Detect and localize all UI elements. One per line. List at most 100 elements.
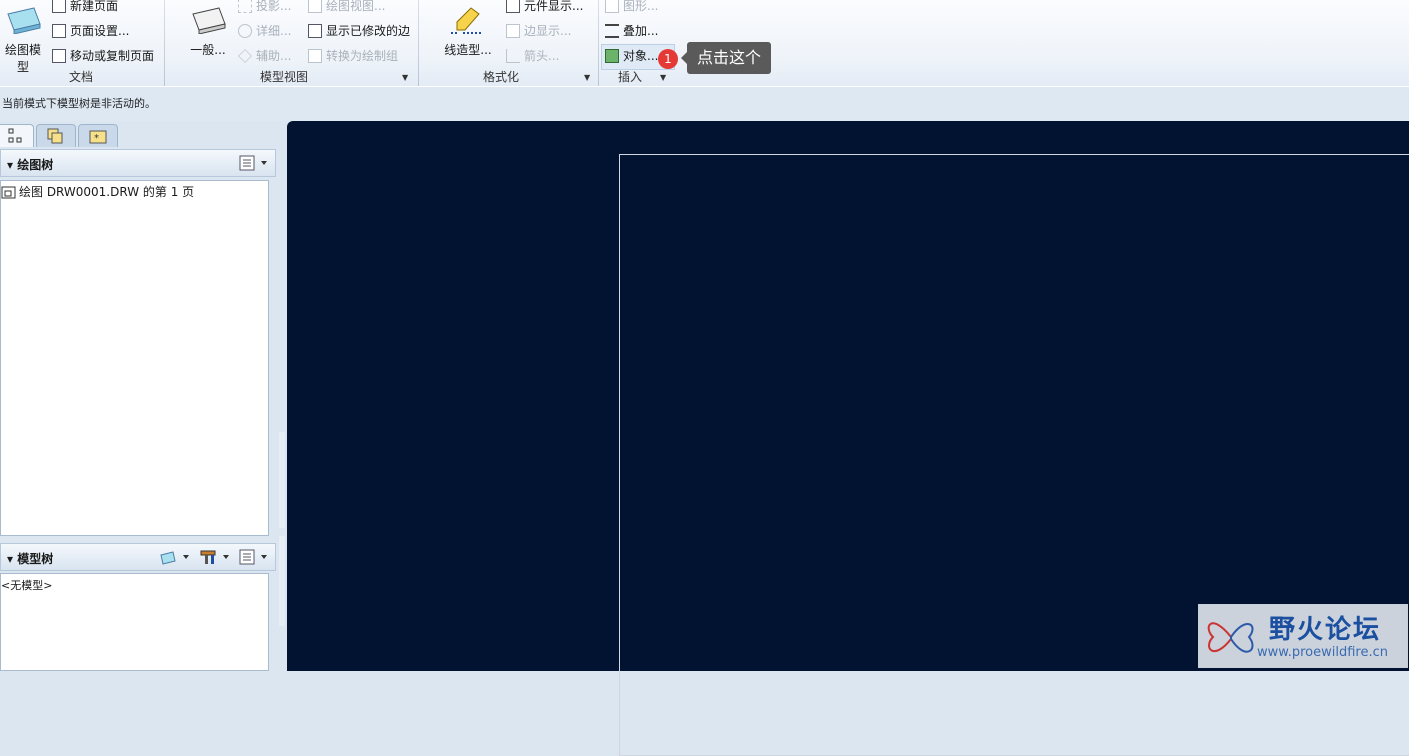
page-setup-icon <box>52 24 66 38</box>
auxiliary-label: 辅助... <box>256 49 292 63</box>
overlay-label: 叠加... <box>623 24 659 38</box>
drawing-view-icon <box>308 0 322 13</box>
svg-text:*: * <box>94 133 99 144</box>
tools-icon[interactable] <box>199 549 233 568</box>
navigator-tabs: * <box>0 122 280 148</box>
model-tree-title-text: 模型树 <box>17 552 54 566</box>
general-view-button[interactable]: 一般... <box>180 4 236 58</box>
step-badge: 1 <box>658 49 678 69</box>
model-views-expand-icon[interactable]: ▼ <box>402 73 408 82</box>
object-button[interactable]: 对象... <box>605 46 658 66</box>
object-label: 对象... <box>623 49 659 63</box>
model-display-icon[interactable] <box>159 549 193 568</box>
format-group: 线造型... 元件显示... 边显示... 箭头... 格式化 ▼ <box>420 0 596 86</box>
panel-splitter-lower[interactable] <box>279 536 285 626</box>
drawing-view-button[interactable]: 绘图视图... <box>308 0 385 16</box>
insert-expand-icon[interactable]: ▼ <box>660 73 666 82</box>
detailed-label: 详细... <box>256 24 292 38</box>
layers-icon <box>47 128 63 144</box>
group-separator <box>598 0 599 86</box>
drawing-model-icon <box>7 7 41 35</box>
general-view-icon <box>192 7 226 35</box>
format-group-label: 格式化 <box>482 70 519 84</box>
new-page-icon <box>52 0 66 13</box>
move-copy-page-button[interactable]: 移动或复制页面 <box>52 46 154 66</box>
drawing-tree-header: ▾ 绘图树 <box>0 149 276 177</box>
detailed-icon <box>238 24 252 38</box>
line-style-label: 线造型... <box>444 43 492 57</box>
auxiliary-icon <box>238 49 252 63</box>
drawing-view-label: 绘图视图... <box>326 0 386 13</box>
model-tree-settings-icon[interactable] <box>239 549 269 568</box>
auxiliary-button[interactable]: 辅助... <box>238 46 291 66</box>
component-display-icon <box>506 0 520 13</box>
projection-button[interactable]: 投影... <box>238 0 291 16</box>
tab-favorites[interactable]: * <box>78 124 118 147</box>
projection-icon <box>238 0 252 13</box>
document-group-label: 文档 <box>68 70 93 84</box>
general-view-label: 一般... <box>190 43 226 57</box>
graphic-button[interactable]: 图形... <box>605 0 658 16</box>
model-tree-body: <无模型> <box>0 573 269 671</box>
drawing-tree-body: 绘图 DRW0001.DRW 的第 1 页 <box>0 180 269 536</box>
drawing-sheet-icon <box>1 186 16 198</box>
line-style-button[interactable]: 线造型... <box>438 4 498 58</box>
insert-group-label: 插入 <box>617 70 642 84</box>
group-separator <box>418 0 419 86</box>
component-display-label: 元件显示... <box>524 0 584 13</box>
detailed-button[interactable]: 详细... <box>238 21 291 41</box>
show-modified-edges-label: 显示已修改的边 <box>326 24 411 38</box>
convert-to-draw-group-label: 转换为绘制组 <box>326 49 399 63</box>
page-setup-button[interactable]: 页面设置... <box>52 21 129 41</box>
tree-node-label: 绘图 DRW0001.DRW 的第 1 页 <box>19 185 195 199</box>
pencil-icon <box>451 7 483 34</box>
graphic-label: 图形... <box>623 0 659 13</box>
graphic-icon <box>605 0 619 13</box>
status-bar: 当前模式下模型树是非活动的。 <box>0 86 1409 121</box>
group-separator <box>164 0 165 86</box>
panel-splitter-upper[interactable] <box>279 432 285 528</box>
overlay-icon <box>605 24 619 38</box>
page-setup-label: 页面设置... <box>70 24 130 38</box>
watermark-title: 野火论坛 <box>1269 615 1382 645</box>
drawing-tree-title: ▾ 绘图树 <box>7 158 54 172</box>
tree-settings-icon[interactable] <box>239 155 269 174</box>
component-display-button[interactable]: 元件显示... <box>506 0 583 16</box>
model-views-group-label: 模型视图 <box>259 70 308 84</box>
hint-tooltip: 点击这个 <box>680 42 772 74</box>
star-folder-icon: * <box>89 130 107 144</box>
document-group: 绘图模型 新建页面 页面设置... 移动或复制页面 文档 <box>0 0 162 86</box>
model-tree-title: ▾ 模型树 <box>7 552 54 566</box>
model-tree-header: ▾ 模型树 <box>0 543 276 571</box>
new-page-label: 新建页面 <box>70 0 119 13</box>
edge-display-label: 边显示... <box>524 24 572 38</box>
model-tree-empty-text: <无模型> <box>1 579 53 592</box>
drawing-tree-title-text: 绘图树 <box>17 158 54 172</box>
butterfly-icon <box>1207 622 1254 653</box>
tree-node[interactable]: 绘图 DRW0001.DRW 的第 1 页 <box>1 183 194 200</box>
tab-layers[interactable] <box>36 124 76 147</box>
new-page-button[interactable]: 新建页面 <box>52 0 118 16</box>
move-copy-page-icon <box>52 49 66 63</box>
edge-display-icon <box>506 24 520 38</box>
show-modified-edges-button[interactable]: 显示已修改的边 <box>308 21 410 41</box>
graphics-canvas[interactable] <box>287 121 1409 756</box>
watermark-url: www.proewildfire.cn <box>1257 645 1388 660</box>
tree-icon <box>8 128 22 143</box>
watermark-logo: 野火论坛 www.proewildfire.cn <box>1198 604 1408 668</box>
move-copy-page-label: 移动或复制页面 <box>70 49 155 63</box>
object-icon <box>605 49 619 63</box>
projection-label: 投影... <box>256 0 292 13</box>
drawing-model-button[interactable]: 绘图模型 <box>0 4 46 75</box>
insert-group: 图形... 叠加... 插入 ▼ <box>600 0 674 86</box>
arrow-button[interactable]: 箭头... <box>506 46 559 66</box>
show-modified-edges-icon <box>308 24 322 38</box>
convert-to-draw-group-button[interactable]: 转换为绘制组 <box>308 46 398 66</box>
arrow-icon <box>506 49 520 63</box>
edge-display-button[interactable]: 边显示... <box>506 21 571 41</box>
format-expand-icon[interactable]: ▼ <box>584 73 590 82</box>
overlay-button[interactable]: 叠加... <box>605 21 658 41</box>
arrow-label: 箭头... <box>524 49 560 63</box>
convert-to-draw-group-icon <box>308 49 322 63</box>
tab-tree[interactable] <box>0 124 34 147</box>
